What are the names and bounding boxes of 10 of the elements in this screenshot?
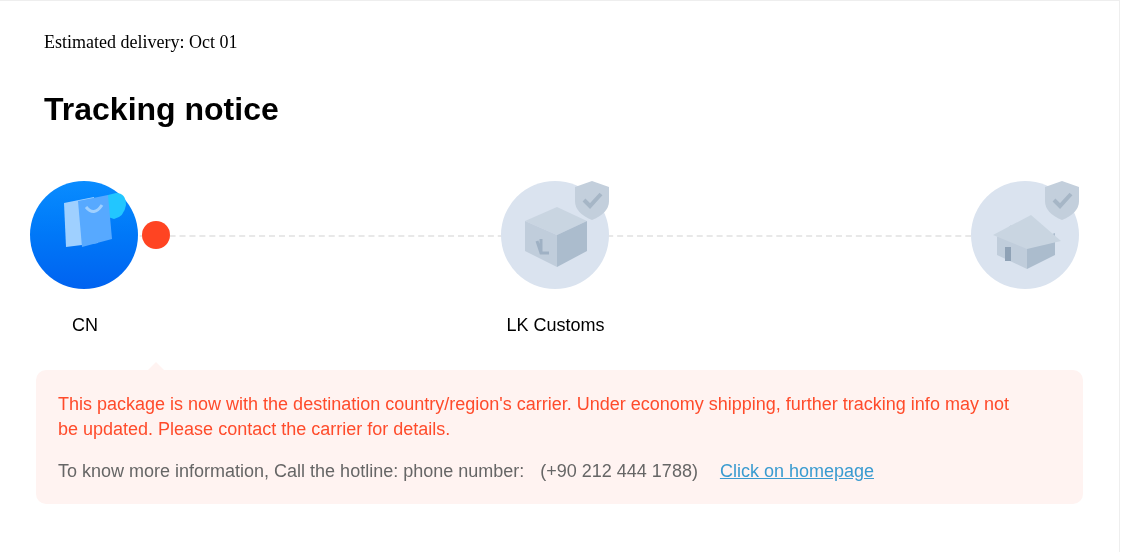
phone-number: (+90 212 444 1788) <box>540 460 698 483</box>
homepage-link[interactable]: Click on homepage <box>719 459 874 484</box>
shield-check-icon <box>572 179 611 221</box>
page-title: Tracking notice <box>44 90 280 129</box>
step-label: LK Customs <box>506 314 605 336</box>
notice-message: This package is now with the destination country/region's carrier. Under economy shipping, further tracking info may not be updated. Please contact the carrier for details. <box>58 393 1010 441</box>
step-label: CN <box>72 314 98 336</box>
estimated-delivery: Estimated delivery: Oct 01 <box>44 31 239 53</box>
hotline-text: To know more information, Call the hotline: phone number: <box>58 460 525 483</box>
shield-check-icon <box>1043 179 1081 221</box>
